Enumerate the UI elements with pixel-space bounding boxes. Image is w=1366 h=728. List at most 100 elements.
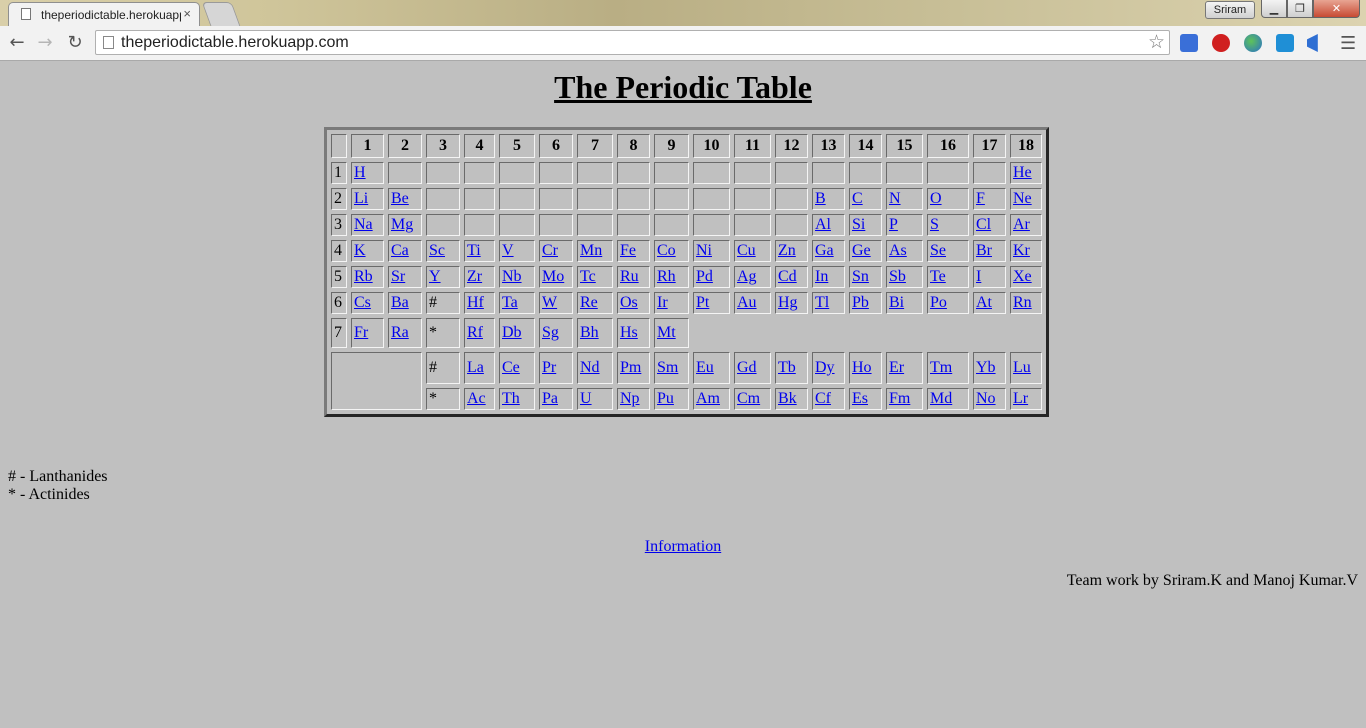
element-cell[interactable]: Am xyxy=(693,388,730,410)
element-cell[interactable]: Sb xyxy=(886,266,923,288)
element-link[interactable]: Tb xyxy=(778,359,796,376)
element-link[interactable]: Ta xyxy=(502,294,518,311)
element-cell[interactable]: Th xyxy=(499,388,535,410)
element-link[interactable]: Sm xyxy=(657,359,678,376)
element-link[interactable]: Bk xyxy=(778,390,797,407)
element-cell[interactable]: V xyxy=(499,240,535,262)
element-link[interactable]: Br xyxy=(976,242,992,259)
element-cell[interactable]: Cd xyxy=(775,266,808,288)
element-link[interactable]: Lr xyxy=(1013,390,1028,407)
extension-globe-icon[interactable] xyxy=(1244,34,1262,52)
browser-tab-active[interactable]: theperiodictable.herokuapp.com × xyxy=(8,2,200,26)
element-cell[interactable]: Sc xyxy=(426,240,460,262)
element-cell[interactable]: U xyxy=(577,388,613,410)
element-cell[interactable]: Pm xyxy=(617,352,650,384)
element-cell[interactable]: Ce xyxy=(499,352,535,384)
element-link[interactable]: Yb xyxy=(976,359,996,376)
element-cell[interactable]: Te xyxy=(927,266,969,288)
extension-screen-icon[interactable] xyxy=(1276,34,1294,52)
element-link[interactable]: Am xyxy=(696,390,720,407)
element-link[interactable]: Re xyxy=(580,294,598,311)
element-cell[interactable]: Pb xyxy=(849,292,882,314)
url-text[interactable]: theperiodictable.herokuapp.com xyxy=(121,34,349,52)
information-link[interactable]: Information xyxy=(645,538,721,555)
element-link[interactable]: Er xyxy=(889,359,904,376)
forward-arrow-icon[interactable]: → xyxy=(34,32,56,54)
element-cell[interactable]: Fe xyxy=(617,240,650,262)
element-link[interactable]: Eu xyxy=(696,359,714,376)
element-cell[interactable]: Tl xyxy=(812,292,845,314)
element-link[interactable]: No xyxy=(976,390,996,407)
element-link[interactable]: Hg xyxy=(778,294,798,311)
element-link[interactable]: Rb xyxy=(354,268,373,285)
element-cell[interactable]: Cf xyxy=(812,388,845,410)
element-cell[interactable]: Bk xyxy=(775,388,808,410)
element-cell[interactable]: F xyxy=(973,188,1006,210)
close-window-button[interactable]: ✕ xyxy=(1313,0,1360,18)
element-link[interactable]: Md xyxy=(930,390,952,407)
new-tab-button[interactable] xyxy=(201,2,241,26)
element-link[interactable]: Th xyxy=(502,390,520,407)
element-cell[interactable]: Ta xyxy=(499,292,535,314)
element-link[interactable]: Os xyxy=(620,294,638,311)
bookmark-star-icon[interactable]: ☆ xyxy=(1148,31,1165,53)
element-link[interactable]: Ag xyxy=(737,268,757,285)
element-cell[interactable]: B xyxy=(812,188,845,210)
element-link[interactable]: Bi xyxy=(889,294,904,311)
element-cell[interactable]: Se xyxy=(927,240,969,262)
element-link[interactable]: Cr xyxy=(542,242,558,259)
element-link[interactable]: Cu xyxy=(737,242,756,259)
element-link[interactable]: C xyxy=(852,190,863,207)
element-link[interactable]: Ge xyxy=(852,242,871,259)
element-link[interactable]: Pu xyxy=(657,390,674,407)
element-cell[interactable]: Ca xyxy=(388,240,422,262)
element-cell[interactable]: Lu xyxy=(1010,352,1042,384)
element-link[interactable]: Ne xyxy=(1013,190,1032,207)
element-cell[interactable]: Db xyxy=(499,318,535,348)
element-cell[interactable]: Rh xyxy=(654,266,689,288)
element-link[interactable]: Np xyxy=(620,390,640,407)
element-link[interactable]: B xyxy=(815,190,826,207)
element-link[interactable]: Cf xyxy=(815,390,831,407)
element-cell[interactable]: Cu xyxy=(734,240,771,262)
element-cell[interactable]: Ru xyxy=(617,266,650,288)
element-link[interactable]: Ca xyxy=(391,242,409,259)
element-cell[interactable]: Nb xyxy=(499,266,535,288)
element-link[interactable]: Db xyxy=(502,324,522,341)
element-cell[interactable]: Ir xyxy=(654,292,689,314)
element-link[interactable]: Pb xyxy=(852,294,869,311)
element-link[interactable]: Ra xyxy=(391,324,409,341)
element-link[interactable]: Ni xyxy=(696,242,712,259)
element-cell[interactable]: Ac xyxy=(464,388,495,410)
element-cell[interactable]: Cr xyxy=(539,240,573,262)
element-link[interactable]: Hs xyxy=(620,324,638,341)
element-link[interactable]: Pr xyxy=(542,359,556,376)
element-cell[interactable]: Rb xyxy=(351,266,384,288)
element-link[interactable]: Be xyxy=(391,190,409,207)
element-cell[interactable]: Np xyxy=(617,388,650,410)
element-cell[interactable]: Es xyxy=(849,388,882,410)
element-cell[interactable]: Cl xyxy=(973,214,1006,236)
element-link[interactable]: Pa xyxy=(542,390,558,407)
element-link[interactable]: Ir xyxy=(657,294,668,311)
element-cell[interactable]: Pd xyxy=(693,266,730,288)
element-cell[interactable]: Si xyxy=(849,214,882,236)
element-cell[interactable]: Br xyxy=(973,240,1006,262)
element-cell[interactable]: Bh xyxy=(577,318,613,348)
element-link[interactable]: O xyxy=(930,190,942,207)
element-cell[interactable]: Zn xyxy=(775,240,808,262)
element-cell[interactable]: Ge xyxy=(849,240,882,262)
element-cell[interactable]: Ni xyxy=(693,240,730,262)
element-cell[interactable]: Mo xyxy=(539,266,573,288)
element-cell[interactable]: O xyxy=(927,188,969,210)
element-cell[interactable]: Sn xyxy=(849,266,882,288)
element-link[interactable]: I xyxy=(976,268,981,285)
element-cell[interactable]: Ba xyxy=(388,292,422,314)
element-cell[interactable]: Kr xyxy=(1010,240,1042,262)
element-cell[interactable]: Hs xyxy=(617,318,650,348)
element-link[interactable]: Ac xyxy=(467,390,486,407)
element-cell[interactable]: As xyxy=(886,240,923,262)
element-cell[interactable]: P xyxy=(886,214,923,236)
element-cell[interactable]: Sm xyxy=(654,352,689,384)
element-link[interactable]: Mn xyxy=(580,242,602,259)
